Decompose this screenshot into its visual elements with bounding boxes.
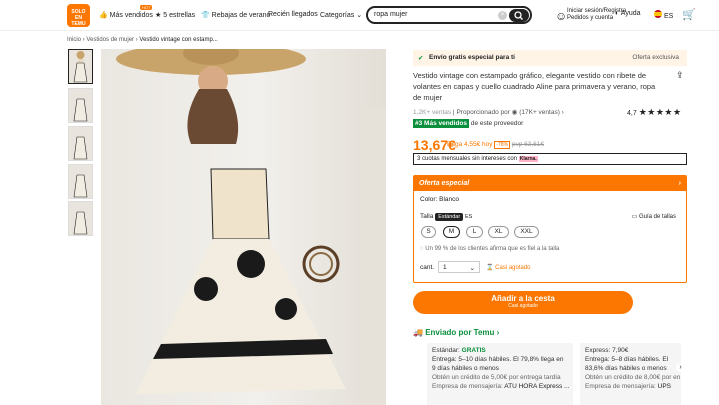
size-option[interactable]: S — [421, 226, 436, 238]
chevron-right-icon[interactable]: › — [676, 363, 685, 372]
rating[interactable]: 4,7 ★★★★★ — [627, 107, 682, 118]
size-option[interactable]: L — [466, 226, 483, 238]
star-icon: ★ — [155, 12, 162, 19]
nav-new-arrivals[interactable]: Recién llegados — [268, 11, 318, 18]
chevron-right-icon: › — [678, 180, 681, 187]
ruler-icon: ▭ — [631, 214, 638, 220]
thumbs-up-icon: 👍 — [99, 12, 108, 19]
user-icon[interactable]: ☺ — [555, 9, 567, 23]
sales-info: 1,2K+ ventas | Proporcionado por ◉ (17K+… — [413, 109, 564, 116]
main-product-image[interactable] — [101, 49, 386, 405]
special-offer-header[interactable]: Oferta especial › — [414, 176, 686, 191]
breadcrumb: Inicio › Vestidos de mujer › Vestido vin… — [67, 37, 218, 43]
free-shipping-banner: ✔ Envío gratis especial para ti Oferta e… — [413, 50, 687, 66]
dress-model-image — [116, 49, 386, 405]
thumbnail-image[interactable] — [68, 126, 93, 161]
search-icon — [514, 11, 523, 20]
nav-categories[interactable]: Categorías ⌄ — [320, 11, 362, 19]
search-button[interactable] — [509, 9, 529, 22]
shirt-icon: 👕 — [201, 12, 210, 19]
quantity-label: cant. — [420, 264, 435, 271]
hot-badge: HOT — [140, 5, 153, 10]
dress-thumbnail-icon — [73, 174, 88, 198]
size-row: Talla Estándar ES — [420, 213, 473, 221]
temu-logo[interactable]: SOLO EN TEMU — [67, 4, 90, 27]
breadcrumb-current: Vestido vintage con estamp... — [139, 37, 218, 43]
flag-icon — [654, 10, 662, 18]
truck-icon: 🚚 — [413, 328, 423, 337]
dress-thumbnail-icon — [73, 211, 88, 235]
nav-five-stars[interactable]: ★ 5 estrellas — [155, 11, 195, 19]
share-icon[interactable]: ⇪ — [676, 70, 684, 81]
color-label: Color: Blanco — [420, 196, 460, 203]
top-header: SOLO EN TEMU 👍 Más vendidos HOT ★ 5 estr… — [0, 0, 719, 31]
language-selector[interactable]: ES — [654, 10, 673, 20]
help-icon: ◐ — [615, 10, 620, 17]
fit-info: ◌ Un 99 % de los clientes afirma que es … — [420, 246, 560, 252]
store-icon: ◉ — [511, 109, 518, 116]
star-rating-icon: ★★★★★ — [638, 107, 682, 117]
search-input[interactable]: ropa mujer — [374, 11, 407, 18]
rank-row: #3 Más vendidos de este proveedor — [413, 119, 524, 128]
dress-thumbnail-icon — [73, 136, 88, 160]
nav-summer-sale[interactable]: 👕 Rebajas de verano — [201, 11, 270, 19]
size-guide-link[interactable]: ▭ Guía de tallas — [632, 213, 676, 220]
check-icon: ✔ — [418, 55, 424, 62]
size-option[interactable]: M — [443, 226, 460, 238]
clear-icon[interactable]: × — [498, 11, 507, 20]
chevron-down-icon: ⌄ — [469, 265, 475, 272]
standard-shipping-card: Estándar: GRATIS Entrega: 5–10 días hábi… — [427, 343, 573, 405]
product-title: Vestido vintage con estampado gráfico, e… — [413, 71, 656, 102]
thumb-icon: ◌ — [420, 246, 424, 252]
search-bar: ropa mujer × — [366, 6, 532, 24]
dress-thumbnail-icon — [73, 51, 88, 83]
thumbnail-image[interactable] — [68, 49, 93, 84]
breadcrumb-home[interactable]: Inicio — [67, 37, 81, 43]
hourglass-icon: ⌛ — [486, 265, 494, 271]
dress-thumbnail-icon — [73, 98, 88, 122]
stock-warning: ⌛ Casi agotado — [486, 265, 531, 271]
installments-banner[interactable]: 3 cuotas mensuales sin intereses con Kla… — [413, 153, 687, 165]
quantity-select[interactable]: 1 ⌄ — [438, 261, 480, 273]
express-shipping-card: Express: 7,90€ Entrega: 5–8 días hábiles… — [580, 343, 681, 405]
size-tab-standard[interactable]: Estándar — [435, 213, 464, 221]
thumbnail-image[interactable] — [68, 88, 93, 123]
size-option[interactable]: XL — [488, 226, 509, 238]
add-to-cart-button[interactable]: Añadir a la cesta Casi agotado — [413, 291, 633, 314]
help-link[interactable]: ◐ Ayuda — [615, 10, 641, 17]
rank-badge[interactable]: #3 Más vendidos — [413, 119, 470, 128]
cart-icon[interactable]: 🛒 — [682, 8, 696, 21]
shipping-header[interactable]: 🚚 Enviado por Temu › — [413, 328, 499, 337]
price-details: Paga 4,55€ hoy -78% pvp 63,61€ — [447, 141, 545, 149]
size-option[interactable]: XXL — [514, 226, 539, 238]
chevron-down-icon: ⌄ — [356, 12, 363, 19]
nav-best-sellers[interactable]: 👍 Más vendidos — [99, 11, 153, 19]
size-tab-es[interactable]: ES — [465, 214, 472, 220]
thumbnail-image[interactable] — [68, 201, 93, 236]
breadcrumb-category[interactable]: Vestidos de mujer — [86, 37, 134, 43]
thumbnail-image[interactable] — [68, 164, 93, 199]
